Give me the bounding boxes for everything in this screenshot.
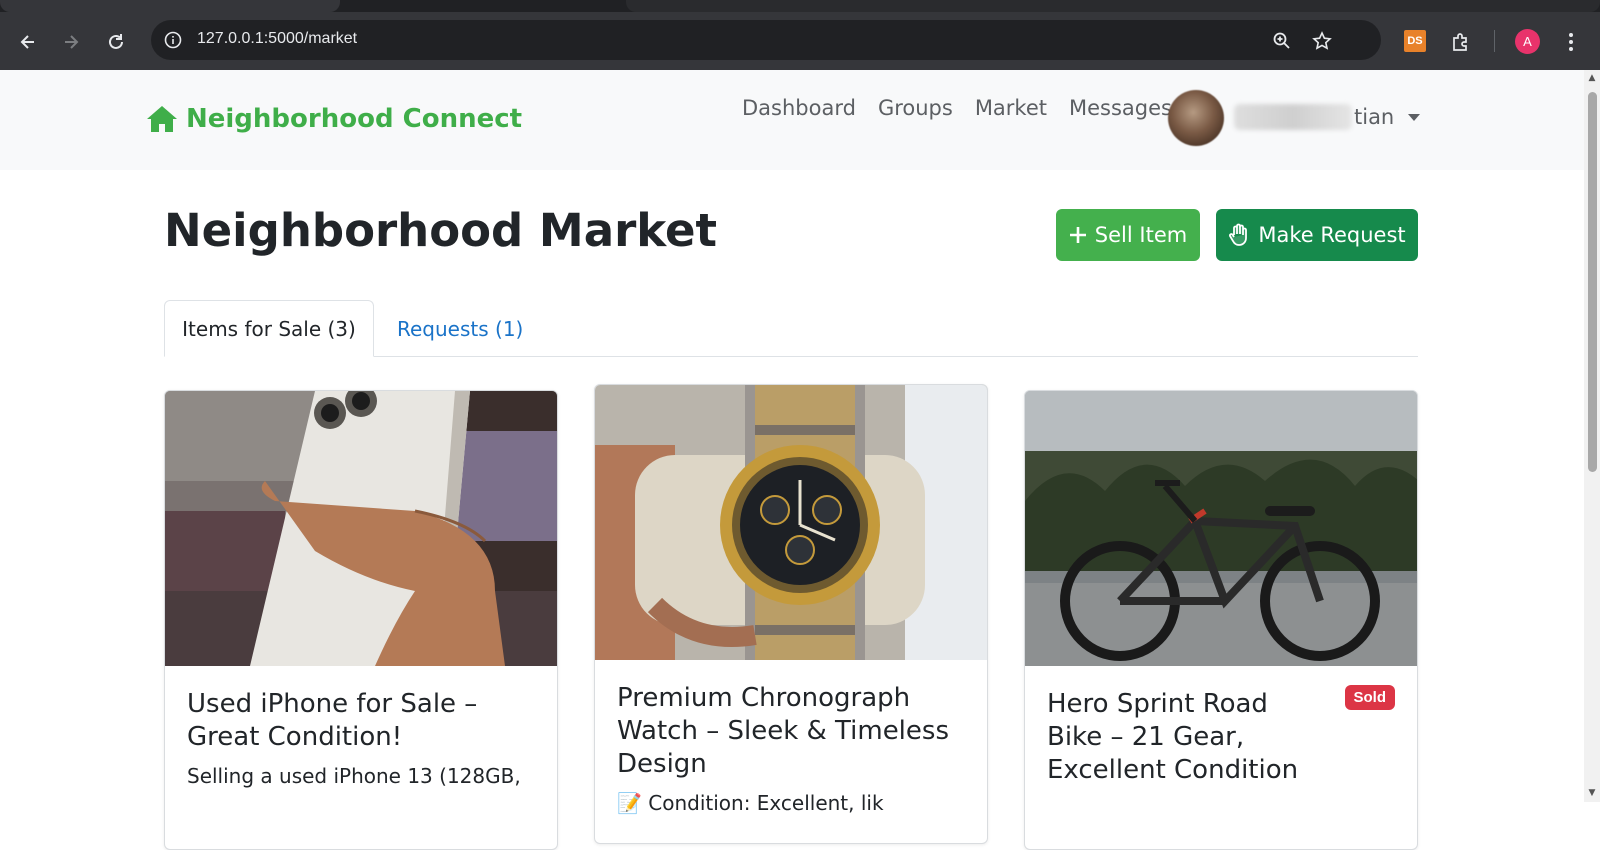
browser-profile-avatar[interactable]: A	[1515, 29, 1540, 54]
listing-card[interactable]: Used iPhone for Sale – Great Condition! …	[164, 390, 558, 850]
listing-title[interactable]: Used iPhone for Sale – Great Condition!	[187, 688, 535, 754]
bike-photo[interactable]	[1025, 391, 1417, 666]
address-bar[interactable]: 127.0.0.1:5000/market	[151, 20, 1381, 60]
make-request-label: Make Request	[1258, 223, 1406, 247]
scroll-up-arrow-icon[interactable]: ▲	[1587, 73, 1597, 83]
listing-description: 📝 Condition: Excellent, lik	[617, 791, 884, 815]
raised-hand-icon	[1229, 223, 1248, 246]
browser-tab[interactable]	[626, 0, 1600, 12]
listing-body: Hero Sprint Road Bike – 21 Gear, Excelle…	[1047, 688, 1321, 787]
make-request-button[interactable]: Make Request	[1216, 209, 1418, 261]
site-info-icon[interactable]	[163, 30, 183, 50]
listing-description: Selling a used iPhone 13 (128GB,	[187, 764, 521, 788]
url-text[interactable]: 127.0.0.1:5000/market	[197, 30, 357, 48]
back-icon[interactable]	[15, 29, 41, 55]
toolbar-separator	[1494, 30, 1495, 52]
username-redacted	[1234, 104, 1352, 130]
user-avatar[interactable]	[1168, 90, 1224, 146]
bookmark-star-icon[interactable]	[1311, 30, 1333, 52]
nav-market[interactable]: Market	[975, 96, 1047, 120]
nav-messages[interactable]: Messages	[1069, 96, 1172, 120]
main-nav: Dashboard Groups Market Messages	[742, 96, 1172, 120]
scroll-down-arrow-icon[interactable]: ▼	[1587, 788, 1597, 798]
browser-tabstrip	[0, 0, 1600, 12]
home-icon	[147, 106, 177, 132]
tab-items-for-sale[interactable]: Items for Sale (3)	[164, 300, 374, 357]
listing-title[interactable]: Premium Chronograph Watch – Sleek & Time…	[617, 682, 965, 781]
page-scrollbar[interactable]: ▲ ▼	[1584, 70, 1600, 802]
forward-icon[interactable]	[58, 29, 84, 55]
listing-body: Premium Chronograph Watch – Sleek & Time…	[617, 682, 965, 815]
tab-requests[interactable]: Requests (1)	[397, 300, 523, 357]
sell-item-label: Sell Item	[1094, 223, 1188, 247]
reload-icon[interactable]	[103, 29, 129, 55]
sold-badge: Sold	[1344, 685, 1395, 710]
listing-card[interactable]: Premium Chronograph Watch – Sleek & Time…	[594, 384, 988, 844]
username: tian	[1354, 105, 1395, 129]
extension-ds-icon[interactable]: DS	[1404, 30, 1426, 52]
browser-menu-icon[interactable]	[1558, 29, 1584, 55]
nav-dashboard[interactable]: Dashboard	[742, 96, 856, 120]
user-menu-toggle[interactable]: tian	[1234, 104, 1421, 130]
extensions-puzzle-icon[interactable]	[1448, 29, 1474, 55]
sell-item-button[interactable]: Sell Item	[1056, 209, 1200, 261]
browser-toolbar: 127.0.0.1:5000/market	[0, 12, 1600, 70]
browser-tab[interactable]	[0, 0, 340, 12]
listing-title[interactable]: Hero Sprint Road Bike – 21 Gear, Excelle…	[1047, 688, 1321, 787]
brand-link[interactable]: Neighborhood Connect	[146, 104, 522, 134]
page-title: Neighborhood Market	[164, 204, 718, 257]
watch-photo[interactable]	[595, 385, 987, 660]
listing-card[interactable]: Sold Hero Sprint Road Bike – 21 Gear, Ex…	[1024, 390, 1418, 850]
zoom-icon[interactable]	[1271, 30, 1293, 52]
brand-name: Neighborhood Connect	[186, 104, 523, 134]
site-navbar: Neighborhood Connect Dashboard Groups Ma…	[0, 70, 1584, 170]
scroll-thumb[interactable]	[1588, 92, 1597, 472]
phone-photo[interactable]	[165, 391, 557, 666]
chevron-down-icon	[1408, 113, 1421, 121]
nav-groups[interactable]: Groups	[878, 96, 953, 120]
listing-body: Used iPhone for Sale – Great Condition! …	[187, 688, 535, 788]
plus-icon	[1069, 227, 1086, 243]
